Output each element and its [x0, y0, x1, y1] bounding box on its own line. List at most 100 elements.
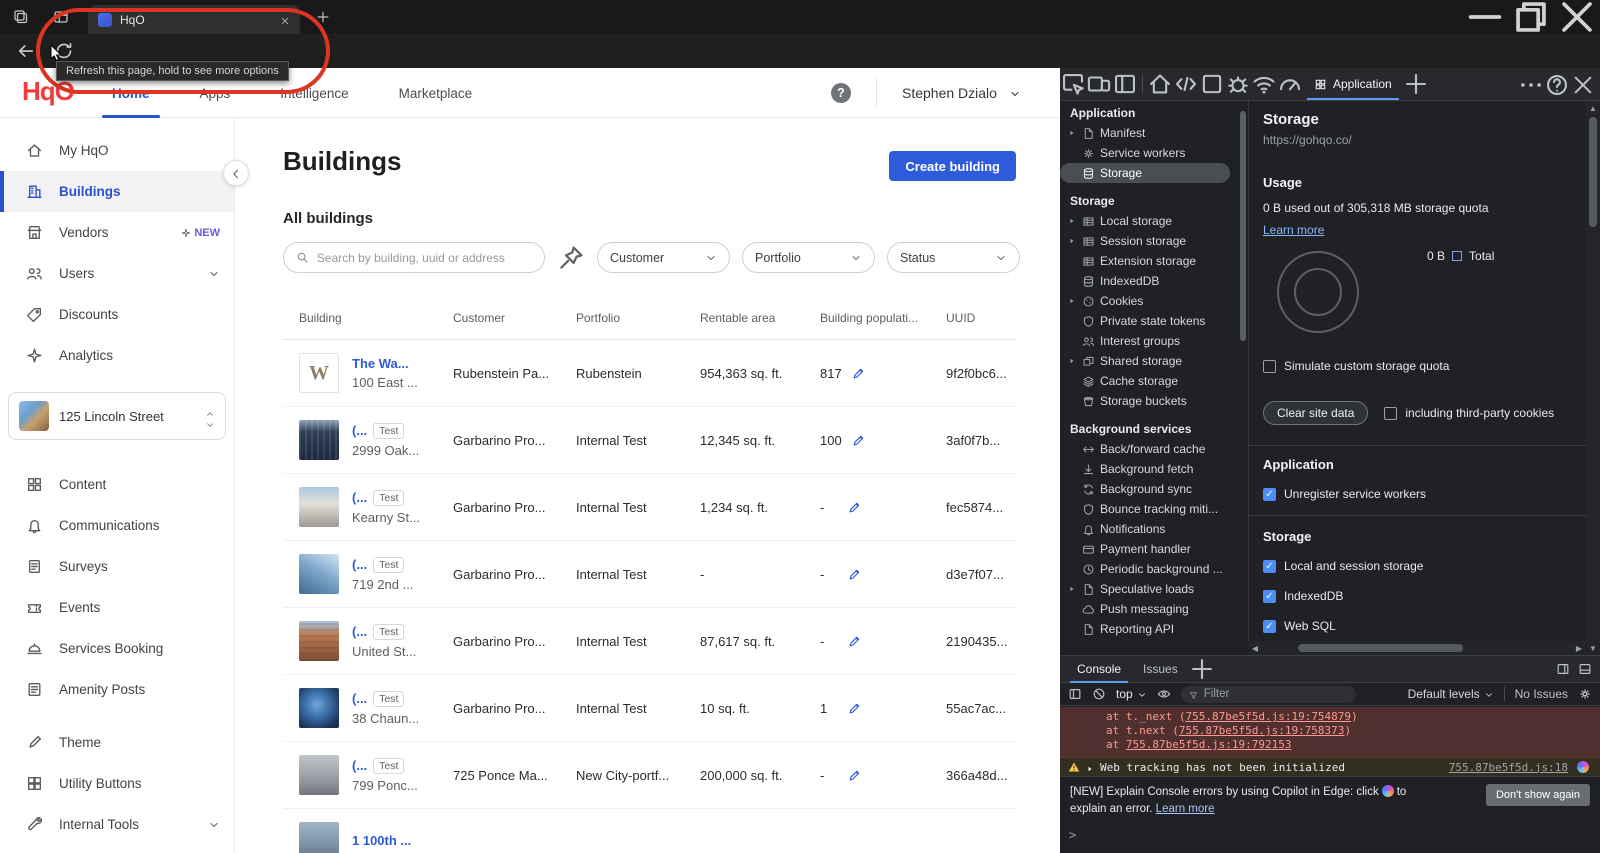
- restore-icon[interactable]: [1508, 0, 1554, 34]
- tree-item-session-storage[interactable]: Session storage: [1060, 231, 1238, 251]
- tab-debugger-icon[interactable]: [1225, 68, 1251, 100]
- sidebar-item-amenity-posts[interactable]: Amenity Posts: [0, 669, 234, 710]
- search-input[interactable]: [316, 250, 532, 265]
- tree-item-background-fetch[interactable]: Background fetch: [1060, 459, 1238, 479]
- nav-item-marketplace[interactable]: Marketplace: [399, 68, 473, 118]
- console-prompt[interactable]: >: [1060, 822, 1600, 842]
- tree-item-interest-groups[interactable]: Interest groups: [1060, 331, 1238, 351]
- tree-item-payment-handler[interactable]: Payment handler: [1060, 539, 1238, 559]
- building-name-link[interactable]: (... Test: [352, 623, 416, 640]
- tab-application[interactable]: Application: [1303, 68, 1403, 100]
- help-icon[interactable]: ?: [831, 83, 851, 103]
- console-sidebar-icon[interactable]: [1068, 687, 1082, 701]
- building-name-link[interactable]: (... Test: [352, 690, 419, 707]
- back-icon[interactable]: [16, 41, 36, 61]
- scroll-down-icon[interactable]: ▼: [1586, 641, 1600, 655]
- tree-item-indexeddb[interactable]: IndexedDB: [1060, 271, 1238, 291]
- console-filter-field[interactable]: [1180, 685, 1356, 703]
- tree-item-storage[interactable]: Storage: [1060, 163, 1230, 183]
- tab-close-icon[interactable]: [280, 15, 290, 25]
- simulate-quota-checkbox[interactable]: [1263, 359, 1276, 373]
- context-selector[interactable]: top: [1116, 687, 1147, 701]
- devtools-help-icon[interactable]: [1544, 69, 1570, 101]
- sidebar-item-surveys[interactable]: Surveys: [0, 546, 234, 587]
- edit-population-icon[interactable]: [848, 768, 862, 782]
- filter-select-portfolio[interactable]: Portfolio: [742, 242, 875, 273]
- building-name-link[interactable]: (... Test: [352, 556, 413, 573]
- dont-show-again-button[interactable]: Don't show again: [1485, 784, 1590, 806]
- tree-item-speculative-loads[interactable]: Speculative loads: [1060, 579, 1238, 599]
- issues-counter[interactable]: No Issues: [1515, 687, 1568, 701]
- filter-select-customer[interactable]: Customer: [597, 242, 730, 273]
- stack-frame-link[interactable]: 755.87be5f5d.js:19:754879: [1185, 710, 1351, 723]
- minimize-icon[interactable]: [1462, 0, 1508, 34]
- tree-section-application[interactable]: Application: [1060, 103, 1238, 123]
- clear-console-icon[interactable]: [1092, 687, 1106, 701]
- scroll-right-icon[interactable]: ▶: [1572, 641, 1586, 655]
- expander-icon[interactable]: [1068, 237, 1077, 245]
- live-expression-icon[interactable]: [1157, 687, 1171, 701]
- tree-item-periodic-background[interactable]: Periodic background ...: [1060, 559, 1238, 579]
- sidebar-item-events[interactable]: Events: [0, 587, 234, 628]
- stack-frame-link[interactable]: 755.87be5f5d.js:19:792153: [1126, 738, 1292, 751]
- expander-icon[interactable]: [1068, 585, 1077, 593]
- create-building-button[interactable]: Create building: [889, 151, 1016, 181]
- pin-filters-icon[interactable]: [557, 244, 585, 272]
- tree-item-notifications[interactable]: Notifications: [1060, 519, 1238, 539]
- window-close-icon[interactable]: [1554, 0, 1600, 34]
- indexeddb-checkbox[interactable]: ✓: [1263, 589, 1276, 603]
- table-row[interactable]: 1 100th ...: [283, 809, 1016, 853]
- new-tab-icon[interactable]: [316, 10, 330, 24]
- building-name-link[interactable]: (... Test: [352, 757, 418, 774]
- default-levels-dropdown[interactable]: Default levels: [1408, 687, 1494, 701]
- tree-item-cache-storage[interactable]: Cache storage: [1060, 371, 1238, 391]
- device-emulation-icon[interactable]: [1086, 68, 1112, 100]
- tab-actions-icon[interactable]: [53, 9, 69, 25]
- workspaces-icon[interactable]: [13, 9, 29, 25]
- dock-side-icon[interactable]: [1556, 662, 1570, 676]
- tree-item-cookies[interactable]: Cookies: [1060, 291, 1238, 311]
- edit-population-icon[interactable]: [852, 366, 866, 380]
- tab-performance-icon[interactable]: [1277, 68, 1303, 100]
- table-row[interactable]: (... Test 719 2nd ... Garbarino Pro... Inter…: [283, 541, 1016, 608]
- table-row[interactable]: (... Test 38 Chaun... Garbarino Pro... Inter…: [283, 675, 1016, 742]
- hint-learn-more-link[interactable]: Learn more: [1156, 803, 1215, 815]
- panel-layout-icon[interactable]: [1112, 68, 1138, 100]
- tree-scrollbar[interactable]: [1238, 101, 1248, 655]
- table-row[interactable]: (... Test United St... Garbarino Pro... Inte…: [283, 608, 1016, 675]
- warning-source-link[interactable]: 755.87be5f5d.js:18: [1449, 761, 1568, 774]
- devtools-close-icon[interactable]: [1570, 69, 1596, 101]
- edit-population-icon[interactable]: [852, 433, 866, 447]
- tab-home-icon[interactable]: [1147, 68, 1173, 100]
- local-and-session-storage-checkbox[interactable]: ✓: [1263, 559, 1276, 573]
- console-tab-issues[interactable]: Issues: [1132, 656, 1189, 683]
- scroll-left-icon[interactable]: ◀: [1248, 641, 1262, 655]
- tree-item-back-forward-cache[interactable]: Back/forward cache: [1060, 439, 1238, 459]
- clear-site-data-button[interactable]: Clear site data: [1263, 401, 1369, 425]
- tab-elements-icon[interactable]: [1199, 68, 1225, 100]
- sidebar-item-utility-buttons[interactable]: Utility Buttons: [0, 763, 234, 804]
- table-row[interactable]: (... Test 2999 Oak... Garbarino Pro... Inter…: [283, 407, 1016, 474]
- building-name-link[interactable]: (... Test: [352, 422, 419, 439]
- expand-warning-icon[interactable]: [1086, 763, 1094, 772]
- building-selector[interactable]: 125 Lincoln Street: [8, 392, 226, 440]
- learn-more-link[interactable]: Learn more: [1263, 223, 1324, 237]
- table-row[interactable]: (... Test Kearny St... Garbarino Pro... Inte…: [283, 474, 1016, 541]
- sidebar-item-content[interactable]: Content: [0, 464, 234, 505]
- stack-frame-link[interactable]: 755.87be5f5d.js:19:758373: [1179, 724, 1345, 737]
- tab-network-conditions-icon[interactable]: [1251, 68, 1277, 100]
- sidebar-item-users[interactable]: Users: [0, 253, 234, 294]
- building-name-link[interactable]: The Wa...: [352, 356, 418, 371]
- scroll-up-icon[interactable]: ▲: [1586, 101, 1600, 115]
- nav-item-intelligence[interactable]: Intelligence: [280, 68, 348, 118]
- tab-sources-icon[interactable]: [1173, 68, 1199, 100]
- expander-icon[interactable]: [1068, 217, 1077, 225]
- building-name-link[interactable]: (... Test: [352, 489, 420, 506]
- edit-population-icon[interactable]: [848, 567, 862, 581]
- edit-population-icon[interactable]: [848, 500, 862, 514]
- tree-item-manifest[interactable]: Manifest: [1060, 123, 1238, 143]
- table-row[interactable]: W The Wa... 100 East ... Rubenstein Pa... Ru…: [283, 340, 1016, 407]
- sidebar-item-services-booking[interactable]: Services Booking: [0, 628, 234, 669]
- sidebar-item-internal-tools[interactable]: Internal Tools: [0, 804, 234, 845]
- tree-section-storage[interactable]: Storage: [1060, 191, 1238, 211]
